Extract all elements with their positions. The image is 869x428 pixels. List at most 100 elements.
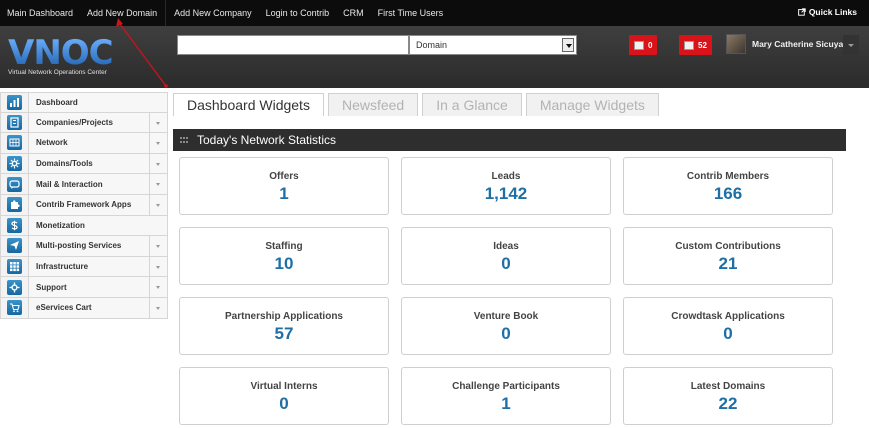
server-alert-icon	[634, 40, 644, 50]
stat-value: 0	[501, 324, 511, 343]
stat-card-staffing[interactable]: Staffing 10	[179, 227, 389, 285]
stat-card-partnership-applications[interactable]: Partnership Applications 57	[179, 297, 389, 355]
app-header: VNOC Virtual Network Operations Center D…	[0, 26, 869, 88]
sidebar-item-monetization[interactable]: Monetization	[0, 215, 168, 237]
logo-subtitle: Virtual Network Operations Center	[8, 69, 107, 76]
stat-value: 0	[723, 324, 733, 343]
chat-icon	[7, 176, 22, 192]
chevron-down-icon[interactable]	[149, 256, 167, 277]
chevron-down-icon[interactable]	[149, 133, 167, 153]
stat-label: Offers	[269, 171, 299, 182]
stat-label: Latest Domains	[690, 381, 766, 392]
tab-manage-widgets[interactable]: Manage Widgets	[525, 93, 659, 116]
puzzle-icon	[7, 197, 22, 213]
chevron-down-icon[interactable]	[562, 38, 574, 52]
sidebar-item-contrib-framework-apps[interactable]: Contrib Framework Apps	[0, 194, 168, 216]
stat-label: Ideas	[493, 241, 519, 252]
sidebar-icon-cell	[1, 112, 29, 133]
sidebar-item-domains-tools[interactable]: Domains/Tools	[0, 153, 168, 175]
panel-header: Today's Network Statistics	[173, 129, 846, 151]
chart-icon	[7, 94, 22, 110]
external-link-icon	[797, 8, 806, 16]
stat-label: Crowdtask Applications	[671, 311, 785, 322]
sidebar-icon-cell	[1, 133, 29, 153]
sidebar-item-infrastructure[interactable]: Infrastructure	[0, 256, 168, 278]
sidebar-item-label: Monetization	[36, 220, 85, 230]
sidebar-item-mail-interaction[interactable]: Mail & Interaction	[0, 174, 168, 195]
nav-main-dashboard[interactable]: Main Dashboard	[0, 8, 80, 18]
tab-newsfeed[interactable]: Newsfeed	[327, 93, 419, 116]
stat-label: Leads	[491, 171, 521, 182]
sidebar-item-companies-projects[interactable]: Companies/Projects	[0, 112, 168, 134]
stat-value: 1	[501, 394, 511, 413]
sidebar-icon-cell	[1, 297, 29, 318]
dashboard-tabs: Dashboard Widgets Newsfeed In a Glance Mana…	[173, 93, 659, 116]
search-input[interactable]	[177, 35, 409, 55]
sidebar-item-network[interactable]: Network	[0, 133, 168, 154]
stat-card-venture-book[interactable]: Venture Book 0	[401, 297, 611, 355]
chevron-down-icon[interactable]	[149, 297, 167, 318]
stat-card-crowdtask-applications[interactable]: Crowdtask Applications 0	[623, 297, 833, 355]
nav-add-new-domain[interactable]: Add New Domain	[80, 8, 164, 18]
nav-separator	[165, 0, 167, 26]
quick-links-label: Quick Links	[808, 7, 857, 17]
user-menu[interactable]: Mary Catherine Sicuya	[726, 34, 843, 54]
nav-first-time-users[interactable]: First Time Users	[371, 8, 451, 18]
grip-icon[interactable]	[180, 137, 188, 143]
stat-card-offers[interactable]: Offers 1	[179, 157, 389, 215]
sidebar-icon-cell	[1, 194, 29, 215]
sidebar-icon-cell	[1, 93, 29, 112]
chevron-down-icon[interactable]	[149, 277, 167, 297]
messages-count: 52	[698, 40, 707, 50]
sidebar-item-label: Infrastructure	[36, 262, 89, 272]
sidebar-icon-cell	[1, 215, 29, 236]
stat-card-custom-contributions[interactable]: Custom Contributions 21	[623, 227, 833, 285]
sidebar-item-eservices-cart[interactable]: eServices Cart	[0, 297, 168, 319]
sidebar-icon-cell	[1, 236, 29, 256]
stat-card-challenge-participants[interactable]: Challenge Participants 1	[401, 367, 611, 425]
tab-in-a-glance[interactable]: In a Glance	[422, 93, 522, 116]
stat-label: Contrib Members	[686, 171, 770, 182]
mail-icon	[684, 40, 694, 50]
chevron-down-icon[interactable]	[149, 236, 167, 256]
nav-add-new-company[interactable]: Add New Company	[167, 8, 259, 18]
avatar	[726, 34, 746, 54]
chevron-down-icon[interactable]	[149, 174, 167, 194]
nav-login-to-contrib[interactable]: Login to Contrib	[259, 8, 337, 18]
stat-card-contrib-members[interactable]: Contrib Members 166	[623, 157, 833, 215]
stat-value: 0	[279, 394, 289, 413]
stat-card-latest-domains[interactable]: Latest Domains 22	[623, 367, 833, 425]
chevron-down-icon[interactable]	[149, 112, 167, 133]
gear-icon	[7, 156, 22, 172]
logo-wordmark: VNOC	[8, 33, 114, 73]
panel-title: Today's Network Statistics	[197, 133, 337, 147]
sidebar-item-label: Domains/Tools	[36, 159, 93, 169]
stat-value: 1,142	[484, 184, 528, 203]
stat-label: Virtual Interns	[250, 381, 318, 392]
stat-card-virtual-interns[interactable]: Virtual Interns 0	[179, 367, 389, 425]
stat-value: 10	[274, 254, 294, 273]
grid-network-icon	[7, 135, 22, 151]
messages-badge[interactable]: 52	[679, 35, 712, 55]
alerts-badge[interactable]: 0	[629, 35, 658, 55]
vnoc-logo[interactable]: VNOC Virtual Network Operations Center	[8, 36, 143, 78]
chevron-down-icon[interactable]	[149, 194, 167, 215]
sidebar-item-label: Mail & Interaction	[36, 179, 103, 189]
sidebar-item-label: Companies/Projects	[36, 117, 113, 127]
sidebar-item-label: Dashboard	[36, 97, 78, 107]
top-navigation: Main Dashboard Add New Domain Add New Co…	[0, 0, 869, 26]
sidebar-item-multi-posting-services[interactable]: Multi-posting Services	[0, 236, 168, 257]
statistics-grid: Offers 1 Leads 1,142 Contrib Members 166 Staff…	[179, 157, 834, 428]
quick-links-button[interactable]: Quick Links	[797, 7, 857, 17]
sidebar-item-support[interactable]: Support	[0, 277, 168, 298]
stat-card-ideas[interactable]: Ideas 0	[401, 227, 611, 285]
tab-dashboard-widgets[interactable]: Dashboard Widgets	[173, 93, 324, 116]
stat-card-leads[interactable]: Leads 1,142	[401, 157, 611, 215]
domain-select[interactable]: Domain	[409, 35, 577, 55]
stat-value: 0	[501, 254, 511, 273]
user-dropdown-toggle[interactable]	[843, 35, 859, 55]
chevron-down-icon[interactable]	[149, 153, 167, 174]
sidebar-item-label: Support	[36, 282, 67, 292]
nav-crm[interactable]: CRM	[336, 8, 371, 18]
sidebar-item-dashboard[interactable]: Dashboard	[0, 92, 168, 113]
